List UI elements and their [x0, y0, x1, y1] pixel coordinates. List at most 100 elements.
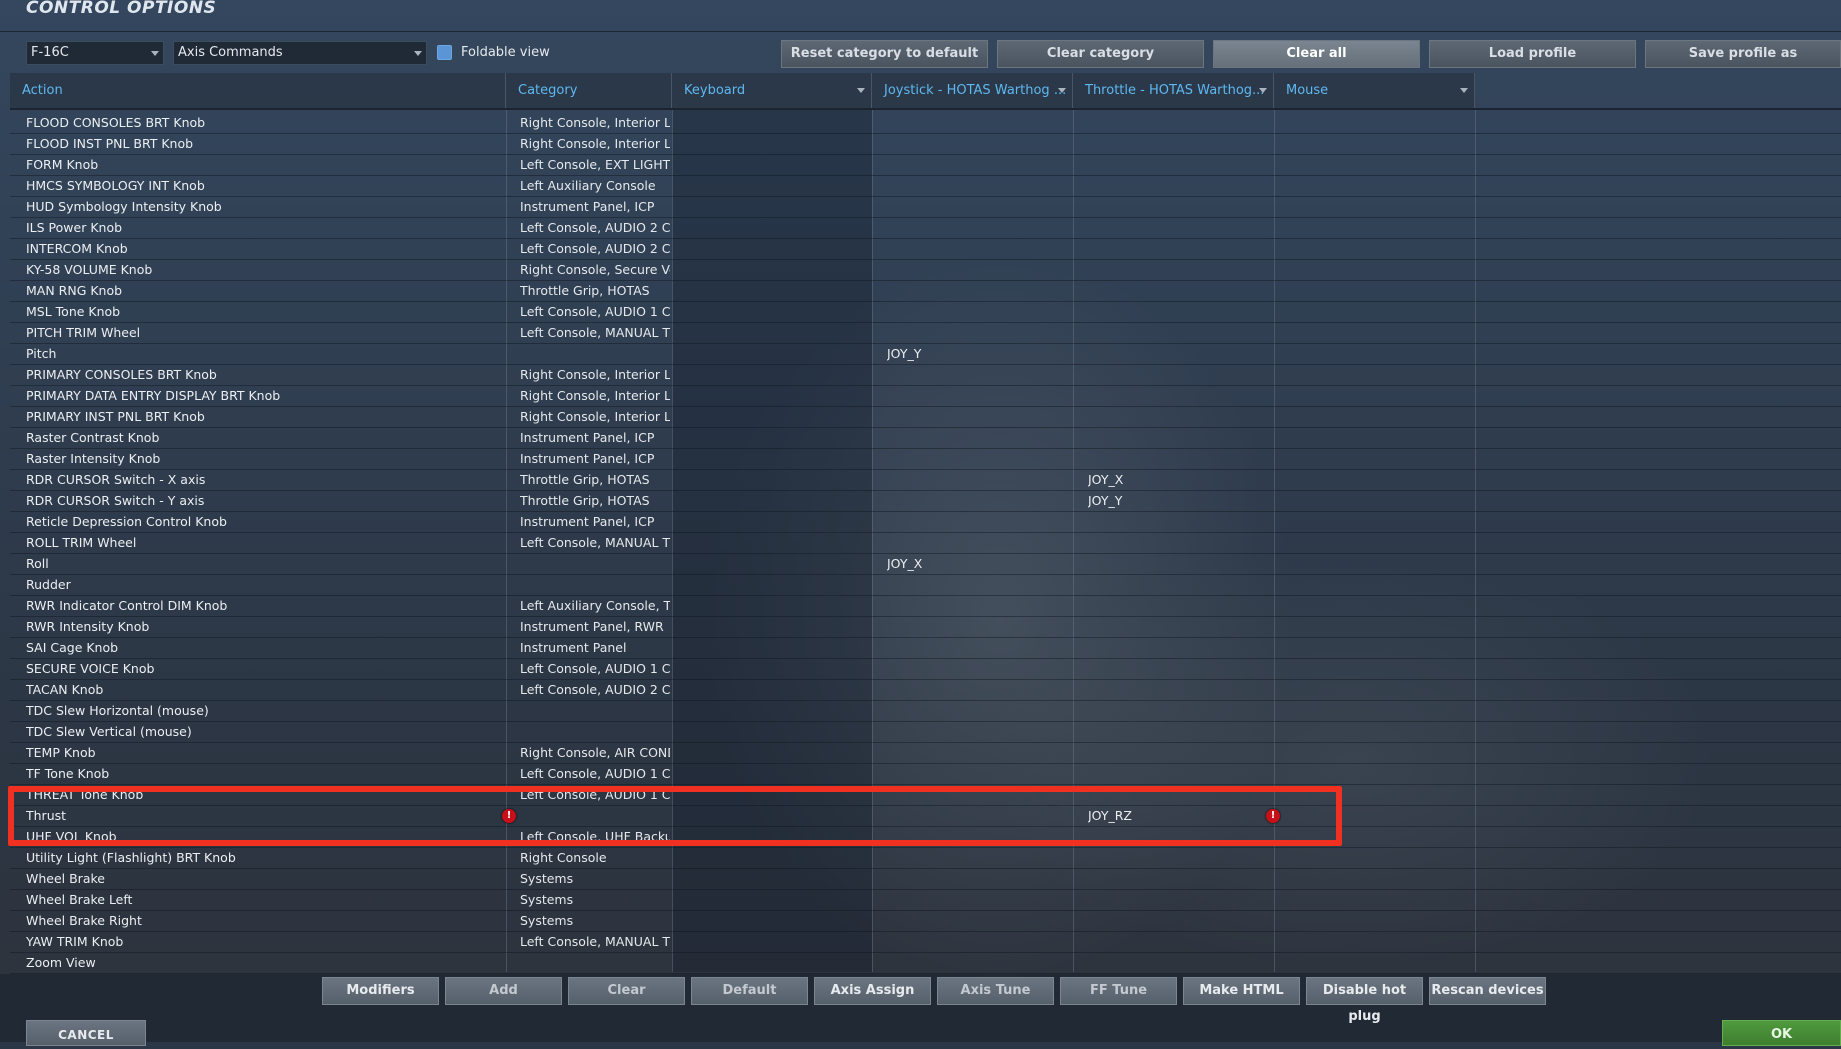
throttle-binding-cell[interactable]	[1088, 260, 1268, 280]
action-cell[interactable]: PITCH TRIM Wheel	[26, 323, 506, 343]
joystick-binding-cell[interactable]	[887, 155, 1067, 175]
joystick-binding-cell[interactable]	[887, 260, 1067, 280]
axis-tune-button[interactable]: Axis Tune	[937, 977, 1054, 1005]
action-cell[interactable]: Reticle Depression Control Knob	[26, 512, 506, 532]
action-cell[interactable]: Pitch	[26, 344, 506, 364]
throttle-binding-cell[interactable]	[1088, 659, 1268, 679]
joystick-binding-cell[interactable]	[887, 890, 1067, 910]
action-cell[interactable]: PRIMARY CONSOLES BRT Knob	[26, 365, 506, 385]
table-row[interactable]: FLOOD INST PNL BRT Knob Right Console, In…	[10, 134, 1841, 155]
column-header-joystick[interactable]: Joystick - HOTAS Warthog ...	[872, 73, 1073, 108]
table-row[interactable]: RWR Indicator Control DIM Knob Left Auxil…	[10, 596, 1841, 617]
joystick-binding-cell[interactable]	[887, 365, 1067, 385]
category-cell[interactable]: Left Console, MANUAL TR	[520, 323, 670, 343]
category-cell[interactable]: Left Console, AUDIO 2 Co	[520, 239, 670, 259]
action-cell[interactable]: KY-58 VOLUME Knob	[26, 260, 506, 280]
table-row[interactable]: SECURE VOICE Knob Left Console, AUDIO 1 C…	[10, 659, 1841, 680]
category-cell[interactable]: Throttle Grip, HOTAS	[520, 470, 670, 490]
action-cell[interactable]: TEMP Knob	[26, 743, 506, 763]
rescan-devices-button[interactable]: Rescan devices	[1429, 977, 1546, 1005]
table-row[interactable]: KY-58 VOLUME Knob Right Console, Secure V…	[10, 260, 1841, 281]
joystick-binding-cell[interactable]: JOY_Y	[887, 344, 1067, 364]
category-cell[interactable]: Right Console, Secure Voi	[520, 260, 670, 280]
joystick-binding-cell[interactable]	[887, 470, 1067, 490]
throttle-binding-cell[interactable]	[1088, 953, 1268, 973]
category-cell[interactable]: Systems	[520, 869, 670, 889]
throttle-binding-cell[interactable]	[1088, 323, 1268, 343]
make-html-button[interactable]: Make HTML	[1183, 977, 1300, 1005]
column-header-keyboard[interactable]: Keyboard	[672, 73, 872, 108]
action-cell[interactable]: RWR Indicator Control DIM Knob	[26, 596, 506, 616]
throttle-binding-cell[interactable]	[1088, 617, 1268, 637]
table-row[interactable]: SAI Cage Knob Instrument Panel	[10, 638, 1841, 659]
action-cell[interactable]: HMCS SYMBOLOGY INT Knob	[26, 176, 506, 196]
action-cell[interactable]: YAW TRIM Knob	[26, 932, 506, 952]
action-cell[interactable]: RDR CURSOR Switch - X axis	[26, 470, 506, 490]
throttle-binding-cell[interactable]	[1088, 407, 1268, 427]
category-cell[interactable]: Systems	[520, 890, 670, 910]
joystick-binding-cell[interactable]	[887, 428, 1067, 448]
joystick-binding-cell[interactable]	[887, 239, 1067, 259]
throttle-binding-cell[interactable]	[1088, 848, 1268, 868]
action-cell[interactable]: TDC Slew Vertical (mouse)	[26, 722, 506, 742]
table-row[interactable]: HMCS SYMBOLOGY INT Knob Left Auxiliary Co…	[10, 176, 1841, 197]
joystick-binding-cell[interactable]	[887, 512, 1067, 532]
joystick-binding-cell[interactable]	[887, 764, 1067, 784]
joystick-binding-cell[interactable]	[887, 575, 1067, 595]
table-row[interactable]: RDR CURSOR Switch - Y axis Throttle Grip,…	[10, 491, 1841, 512]
category-cell[interactable]: Left Console, AUDIO 2 Co	[520, 680, 670, 700]
joystick-binding-cell[interactable]	[887, 218, 1067, 238]
category-cell[interactable]: Right Console, Interior LIG	[520, 113, 670, 133]
throttle-binding-cell[interactable]	[1088, 512, 1268, 532]
joystick-binding-cell[interactable]	[887, 932, 1067, 952]
table-row[interactable]: INTERCOM Knob Left Console, AUDIO 2 Co	[10, 239, 1841, 260]
joystick-binding-cell[interactable]	[887, 113, 1067, 133]
throttle-binding-cell[interactable]	[1088, 302, 1268, 322]
action-cell[interactable]: ILS Power Knob	[26, 218, 506, 238]
table-row[interactable]: Reticle Depression Control Knob Instrumen…	[10, 512, 1841, 533]
category-cell[interactable]: Left Console, AUDIO 1 Co	[520, 659, 670, 679]
load-profile-button[interactable]: Load profile	[1429, 40, 1636, 68]
table-row[interactable]: YAW TRIM Knob Left Console, MANUAL TR	[10, 932, 1841, 953]
cancel-button[interactable]: CANCEL	[26, 1020, 146, 1046]
throttle-binding-cell[interactable]	[1088, 218, 1268, 238]
throttle-binding-cell[interactable]	[1088, 554, 1268, 574]
table-row[interactable]: ILS Power Knob Left Console, AUDIO 2 Co	[10, 218, 1841, 239]
save-profile-button[interactable]: Save profile as	[1645, 40, 1841, 68]
action-cell[interactable]: TF Tone Knob	[26, 764, 506, 784]
chevron-down-icon[interactable]	[857, 88, 865, 93]
category-cell[interactable]: Instrument Panel, RWR	[520, 617, 670, 637]
throttle-binding-cell[interactable]	[1088, 113, 1268, 133]
category-cell[interactable]: Right Console, Interior LIG	[520, 134, 670, 154]
category-cell[interactable]: Systems	[520, 911, 670, 931]
category-cell[interactable]: Right Console, Interior LIG	[520, 365, 670, 385]
category-cell[interactable]	[520, 575, 670, 595]
category-select[interactable]: Axis Commands	[173, 41, 427, 65]
action-cell[interactable]: PRIMARY DATA ENTRY DISPLAY BRT Knob	[26, 386, 506, 406]
joystick-binding-cell[interactable]	[887, 953, 1067, 973]
clear-all-button[interactable]: Clear all	[1213, 40, 1420, 68]
throttle-binding-cell[interactable]	[1088, 680, 1268, 700]
category-cell[interactable]: Throttle Grip, HOTAS	[520, 281, 670, 301]
column-header-throttle[interactable]: Throttle - HOTAS Warthog...	[1073, 73, 1274, 108]
table-row[interactable]: MSL Tone Knob Left Console, AUDIO 1 Co	[10, 302, 1841, 323]
table-row[interactable]: TEMP Knob Right Console, AIR COND	[10, 743, 1841, 764]
action-cell[interactable]: ROLL TRIM Wheel	[26, 533, 506, 553]
category-cell[interactable]: Left Console, EXT LIGHTIN	[520, 155, 670, 175]
joystick-binding-cell[interactable]	[887, 596, 1067, 616]
action-cell[interactable]: PRIMARY INST PNL BRT Knob	[26, 407, 506, 427]
table-row[interactable]: TDC Slew Vertical (mouse)	[10, 722, 1841, 743]
default-button[interactable]: Default	[691, 977, 808, 1005]
action-cell[interactable]: FLOOD INST PNL BRT Knob	[26, 134, 506, 154]
chevron-down-icon[interactable]	[1460, 88, 1468, 93]
action-cell[interactable]: HUD Symbology Intensity Knob	[26, 197, 506, 217]
table-row[interactable]: Raster Intensity Knob Instrument Panel, I…	[10, 449, 1841, 470]
joystick-binding-cell[interactable]	[887, 638, 1067, 658]
throttle-binding-cell[interactable]	[1088, 869, 1268, 889]
throttle-binding-cell[interactable]	[1088, 449, 1268, 469]
category-cell[interactable]: Left Console, AUDIO 1 Co	[520, 302, 670, 322]
table-row[interactable]: Roll JOY_X	[10, 554, 1841, 575]
throttle-binding-cell[interactable]	[1088, 638, 1268, 658]
throttle-binding-cell[interactable]	[1088, 890, 1268, 910]
category-cell[interactable]	[520, 701, 670, 721]
